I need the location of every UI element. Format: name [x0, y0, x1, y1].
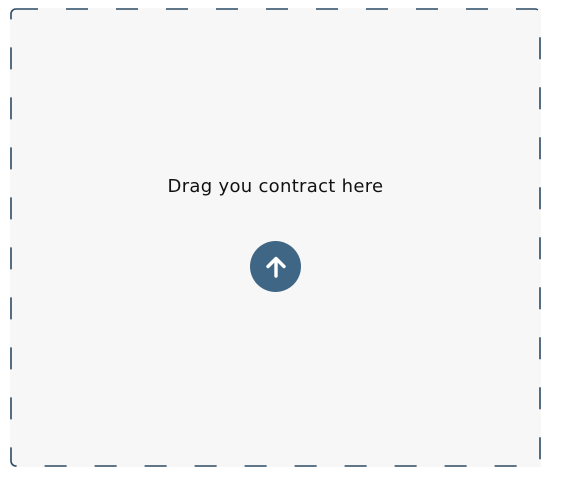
- page: Drag you contract here: [0, 0, 572, 486]
- dropzone-label: Drag you contract here: [167, 176, 384, 197]
- upload-button[interactable]: [250, 241, 301, 292]
- dropzone-dashed-border: [10, 8, 541, 467]
- contract-dropzone[interactable]: Drag you contract here: [10, 8, 541, 467]
- arrow-up-icon: [265, 256, 286, 278]
